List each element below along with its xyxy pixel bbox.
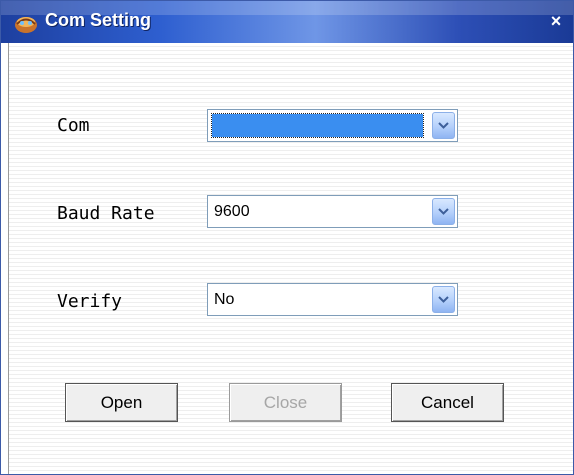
chevron-down-icon [438, 208, 449, 215]
cancel-button[interactable]: Cancel [391, 383, 504, 422]
com-setting-dialog: Com Setting × Com Baud Rate 9600 Verify … [0, 0, 574, 475]
verify-select[interactable]: No [207, 283, 458, 316]
com-label: Com [57, 115, 90, 136]
verify-select-value: No [214, 291, 235, 308]
close-button[interactable]: Close [229, 383, 342, 422]
close-icon[interactable]: × [545, 10, 567, 32]
com-select[interactable] [207, 109, 458, 142]
open-button[interactable]: Open [65, 383, 178, 422]
com-dropdown-button[interactable] [432, 112, 455, 139]
chevron-down-icon [438, 296, 449, 303]
window-left-edge [1, 43, 9, 474]
com-select-value [211, 113, 424, 138]
baud-rate-label: Baud Rate [57, 203, 155, 224]
baud-rate-select[interactable]: 9600 [207, 195, 458, 228]
verify-dropdown-button[interactable] [432, 286, 455, 313]
verify-label: Verify [57, 291, 123, 312]
app-icon [13, 11, 39, 35]
chevron-down-icon [438, 122, 449, 129]
window-title: Com Setting [45, 10, 151, 30]
baud-rate-select-value: 9600 [214, 203, 250, 220]
title-bar[interactable]: Com Setting × [1, 1, 573, 43]
dialog-content: Com Baud Rate 9600 Verify No Open Close … [9, 43, 573, 474]
baud-rate-dropdown-button[interactable] [432, 198, 455, 225]
